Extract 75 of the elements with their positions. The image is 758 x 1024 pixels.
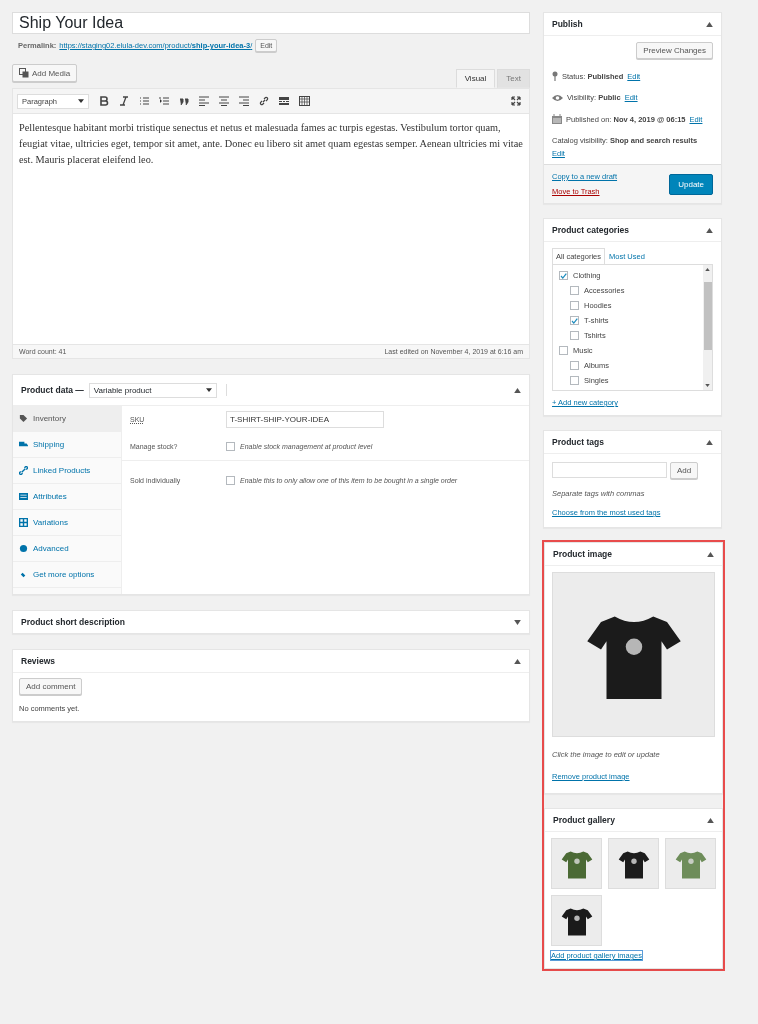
expand-arrow-icon[interactable] — [514, 619, 521, 625]
checkbox[interactable] — [559, 346, 568, 355]
truck-icon — [19, 440, 28, 449]
product-type-select[interactable]: Variable product — [88, 382, 217, 398]
tag-icon — [19, 414, 28, 423]
read-more-icon[interactable] — [279, 96, 289, 106]
calendar-icon — [552, 114, 562, 124]
checkbox[interactable] — [226, 475, 235, 485]
panel-title: Product gallery — [553, 815, 615, 825]
scrollbar[interactable] — [703, 265, 712, 390]
panel-title: Product short description — [21, 617, 125, 627]
scroll-up-arrow-icon[interactable] — [705, 268, 710, 271]
fullscreen-icon[interactable] — [511, 96, 521, 106]
collapse-arrow-icon[interactable] — [514, 658, 521, 664]
product-photo[interactable] — [552, 572, 715, 737]
table-icon — [19, 492, 28, 501]
align-left-icon[interactable] — [199, 96, 209, 106]
panel-title: Product data — — [21, 385, 84, 395]
product-data-tab[interactable]: Advanced — [13, 536, 121, 562]
product-data-tab[interactable]: Shipping — [13, 432, 121, 458]
product-data-tab[interactable]: Attributes — [13, 484, 121, 510]
bold-icon[interactable] — [99, 96, 109, 106]
checkbox[interactable] — [570, 301, 579, 310]
caret-icon — [205, 388, 212, 392]
toolbar-toggle-icon[interactable] — [299, 96, 310, 106]
checkbox[interactable] — [570, 361, 579, 370]
gallery-thumbnail[interactable] — [551, 838, 602, 889]
checkbox[interactable] — [570, 286, 579, 295]
panel-title: Product categories — [552, 225, 629, 235]
checkbox[interactable] — [570, 331, 579, 340]
collapse-arrow-icon[interactable] — [707, 551, 714, 557]
tag-field[interactable] — [552, 462, 667, 478]
post-content: Pellentesque habitant morbi tristique senectus et netus et malesuada fames ac turpis egestas. Vestibulum tortor quam, feugiat vitae, ultricies eget, tempor sit amet, ante. Donec eu libero sit amet quam egestas semper. Aenean ultricies mi vitae est. Mauris placerat eleifend leo. — [19, 121, 523, 167]
caret-icon — [78, 99, 84, 103]
numbered-list-icon[interactable] — [159, 96, 169, 106]
editor-tab[interactable]: Text — [497, 69, 530, 88]
italic-icon[interactable] — [119, 96, 129, 106]
panel-title: Reviews — [21, 656, 56, 666]
align-right-icon[interactable] — [239, 96, 249, 106]
scroll-down-arrow-icon[interactable] — [705, 384, 710, 387]
pin-icon — [552, 71, 558, 81]
gallery-thumbnail[interactable] — [551, 895, 602, 946]
collapse-arrow-icon[interactable] — [706, 21, 713, 27]
product-data-tab[interactable]: Inventory — [13, 406, 121, 432]
collapse-arrow-icon[interactable] — [706, 227, 713, 233]
checkbox[interactable] — [570, 376, 579, 385]
gallery-thumbnail[interactable] — [608, 838, 659, 889]
quote-icon[interactable] — [179, 96, 189, 106]
gallery-thumbnail[interactable] — [665, 838, 716, 889]
collapse-arrow-icon[interactable] — [707, 817, 714, 823]
align-center-icon[interactable] — [219, 96, 229, 106]
add-tag-button[interactable]: Add — [670, 462, 699, 479]
media-icon — [19, 68, 29, 78]
checkbox[interactable] — [570, 316, 579, 325]
panel-title: Product image — [553, 549, 613, 559]
add-comment-button[interactable]: Add comment — [19, 678, 83, 695]
post-title-field[interactable]: Ship Your Idea — [12, 12, 530, 34]
add-media-button[interactable]: Add Media — [12, 64, 78, 82]
product-data-tab[interactable]: Variations — [13, 510, 121, 536]
panel-title: Product tags — [552, 437, 604, 447]
eye-icon — [552, 93, 563, 102]
grid-icon — [19, 518, 28, 527]
link-icon[interactable] — [259, 96, 269, 106]
preview-changes-button[interactable]: Preview Changes — [636, 42, 713, 59]
link-icon — [19, 466, 28, 475]
update-button[interactable]: Update — [669, 173, 713, 195]
product-data-tab[interactable]: Get more options — [13, 562, 121, 588]
product-data-tab[interactable]: Linked Products — [13, 458, 121, 484]
collapse-arrow-icon[interactable] — [706, 439, 713, 445]
checkbox[interactable] — [226, 442, 235, 451]
collapse-arrow-icon[interactable] — [514, 387, 521, 393]
checkbox[interactable] — [559, 271, 568, 280]
sku-field[interactable]: T-SHIRT-SHIP-YOUR-IDEA — [226, 411, 384, 428]
panel-title: Publish — [552, 19, 583, 29]
editor-tab[interactable]: Visual — [455, 69, 496, 88]
